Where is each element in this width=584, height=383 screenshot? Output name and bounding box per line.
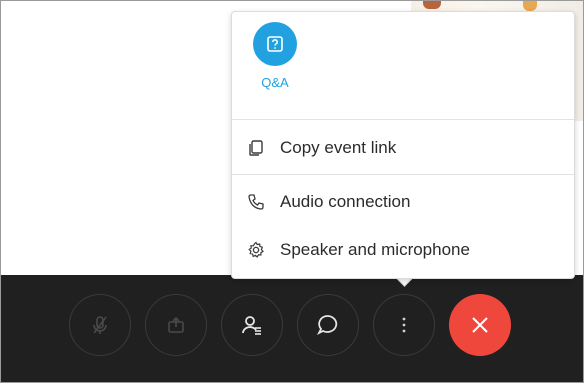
microphone-muted-icon bbox=[89, 314, 111, 336]
participants-icon bbox=[240, 313, 264, 337]
copy-event-link-label: Copy event link bbox=[280, 138, 397, 157]
qa-button[interactable]: Q&A bbox=[250, 22, 300, 102]
participants-button[interactable] bbox=[221, 294, 283, 356]
more-options-menu: Q&A Copy event link Audio connection Spe… bbox=[231, 11, 575, 279]
audio-connection-label: Audio connection bbox=[280, 192, 411, 211]
phone-icon bbox=[246, 192, 266, 212]
chat-icon bbox=[316, 313, 340, 337]
mute-button[interactable] bbox=[69, 294, 131, 356]
leave-button[interactable] bbox=[449, 294, 511, 356]
menu-divider bbox=[232, 119, 574, 120]
share-icon bbox=[165, 314, 187, 336]
more-options-button[interactable] bbox=[373, 294, 435, 356]
meeting-window: Q&A Copy event link Audio connection Spe… bbox=[0, 0, 584, 383]
leave-icon bbox=[470, 315, 490, 335]
gear-icon bbox=[246, 240, 266, 260]
speaker-and-microphone-item[interactable]: Speaker and microphone bbox=[232, 228, 574, 272]
question-icon bbox=[253, 22, 297, 66]
chat-button[interactable] bbox=[297, 294, 359, 356]
audio-connection-item[interactable]: Audio connection bbox=[232, 180, 574, 224]
menu-divider bbox=[232, 174, 574, 175]
speaker-and-microphone-label: Speaker and microphone bbox=[280, 240, 470, 259]
share-button[interactable] bbox=[145, 294, 207, 356]
qa-label: Q&A bbox=[261, 75, 289, 90]
meeting-controls-toolbar bbox=[1, 275, 583, 382]
copy-icon bbox=[246, 138, 266, 158]
more-options-icon bbox=[401, 316, 407, 334]
copy-event-link-item[interactable]: Copy event link bbox=[232, 126, 574, 170]
